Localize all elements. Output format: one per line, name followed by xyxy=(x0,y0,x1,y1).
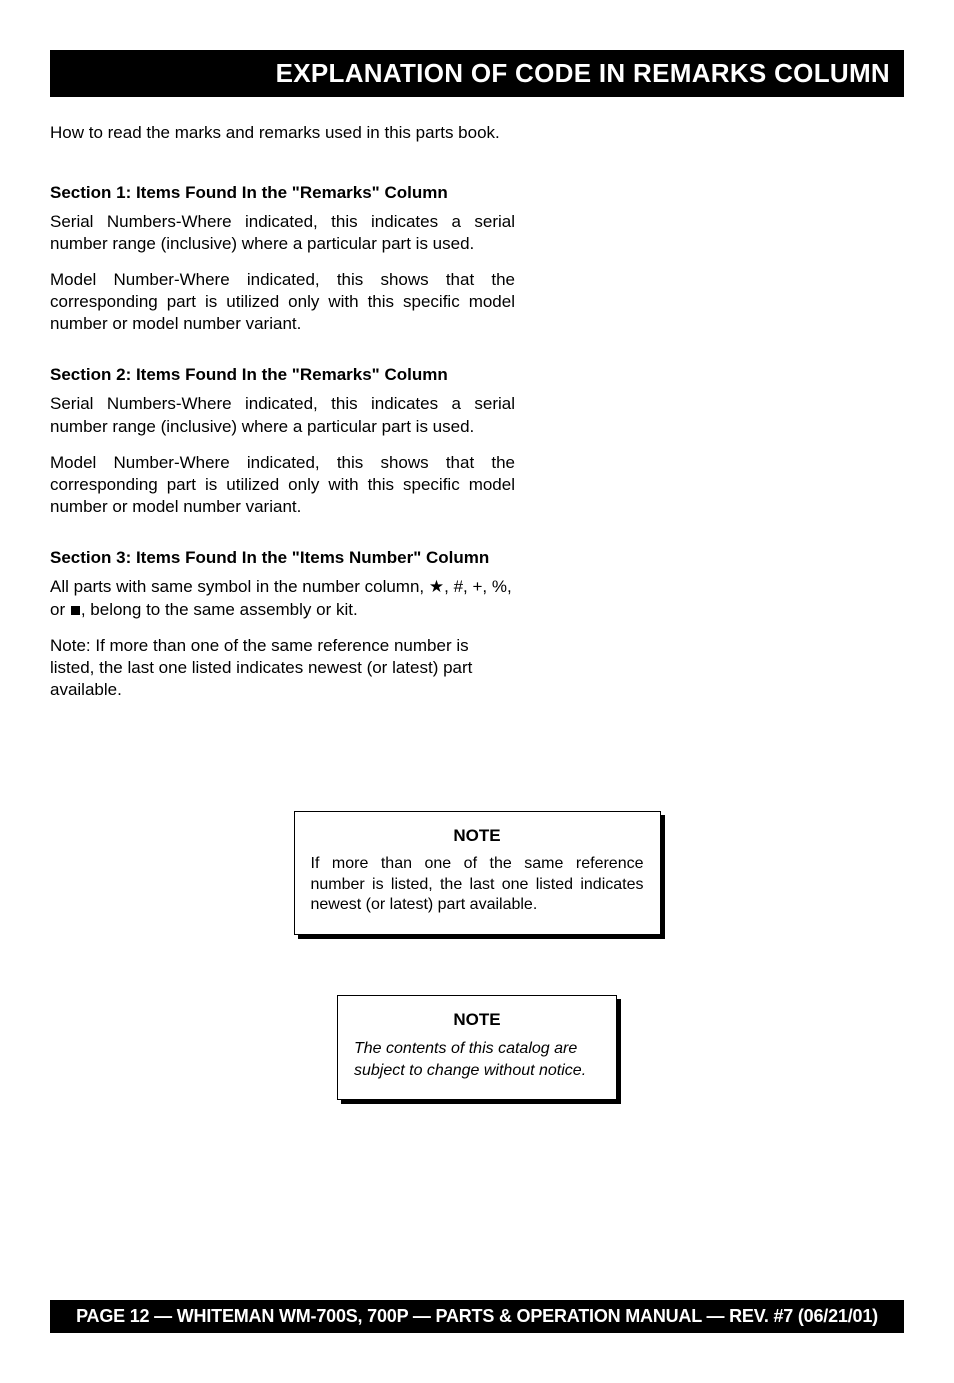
square-icon xyxy=(71,606,80,615)
section-3-note: Note: If more than one of the same refer… xyxy=(50,635,515,701)
section-3: Section 3: Items Found In the "Items Num… xyxy=(50,548,515,701)
page-header-bar: EXPLANATION OF CODE IN REMARKS COLUMN xyxy=(50,50,904,97)
section-1-para-2: Model Number-Where indicated, this shows… xyxy=(50,269,515,335)
note-box-2-title: NOTE xyxy=(354,1010,600,1030)
section-2-heading: Section 2: Items Found In the "Remarks" … xyxy=(50,365,515,385)
star-icon: ★ xyxy=(429,576,444,598)
note-box-1-wrapper: NOTE If more than one of the same refere… xyxy=(50,811,904,935)
intro-text: How to read the marks and remarks used i… xyxy=(50,123,904,143)
section-2: Section 2: Items Found In the "Remarks" … xyxy=(50,365,515,517)
section-3-heading: Section 3: Items Found In the "Items Num… xyxy=(50,548,515,568)
section-1-heading: Section 1: Items Found In the "Remarks" … xyxy=(50,183,515,203)
note-box-2: NOTE The contents of this catalog are su… xyxy=(337,995,617,1100)
note-box-2-wrapper: NOTE The contents of this catalog are su… xyxy=(50,995,904,1100)
note-box-1-title: NOTE xyxy=(311,826,644,846)
note-box-2-body: The contents of this catalog are subject… xyxy=(354,1038,600,1081)
note-box-1: NOTE If more than one of the same refere… xyxy=(294,811,661,935)
section-1: Section 1: Items Found In the "Remarks" … xyxy=(50,183,515,335)
section-2-para-1: Serial Numbers-Where indicated, this ind… xyxy=(50,393,515,437)
section-3-text-after: , belong to the same assembly or kit. xyxy=(81,600,358,619)
spacer xyxy=(50,1160,904,1260)
section-3-para-1: All parts with same symbol in the number… xyxy=(50,576,515,621)
page-footer-bar: PAGE 12 — WHITEMAN WM-700S, 700P — PARTS… xyxy=(50,1300,904,1333)
note-box-1-body: If more than one of the same reference n… xyxy=(311,854,644,916)
section-1-para-1: Serial Numbers-Where indicated, this ind… xyxy=(50,211,515,255)
section-3-text-before: All parts with same symbol in the number… xyxy=(50,577,429,596)
section-2-para-2: Model Number-Where indicated, this shows… xyxy=(50,452,515,518)
